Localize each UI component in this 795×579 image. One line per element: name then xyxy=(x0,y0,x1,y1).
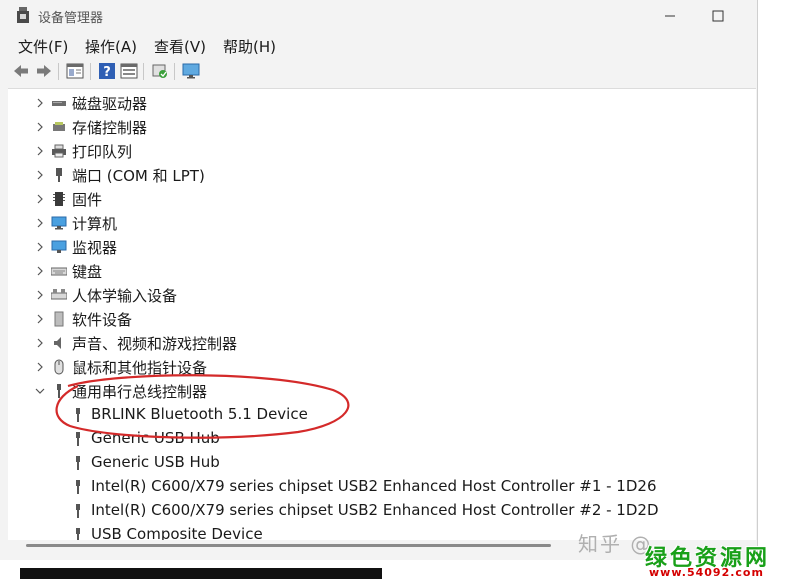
tree-item-mice[interactable]: 鼠标和其他指针设备 xyxy=(8,355,748,379)
tree-item-label: 磁盘驱动器 xyxy=(72,95,148,113)
usb-device-icon xyxy=(76,432,80,446)
tree-child-item[interactable]: Generic USB Hub xyxy=(8,427,748,451)
tree-child-item[interactable]: Intel(R) C600/X79 series chipset USB2 En… xyxy=(8,475,748,499)
forward-arrow-icon[interactable] xyxy=(35,62,53,80)
keyboard-icon xyxy=(51,267,67,276)
tree-item-label: 端口 (COM 和 LPT) xyxy=(72,167,205,185)
tree-item-hid[interactable]: 人体学输入设备 xyxy=(8,283,748,307)
tree-item-label: 打印队列 xyxy=(72,143,133,161)
device-manager-app-icon xyxy=(17,7,29,23)
menu-help[interactable]: 帮助(H) xyxy=(223,36,276,57)
chevron-right-icon[interactable] xyxy=(35,290,45,300)
software-device-icon xyxy=(54,311,64,327)
tree-item-label: 键盘 xyxy=(72,263,103,281)
computer-icon xyxy=(51,216,67,230)
tree-item-storage-controllers[interactable]: 存储控制器 xyxy=(8,115,748,139)
tree-item-usb-controllers[interactable]: 通用串行总线控制器 xyxy=(8,379,748,403)
tree-child-label: Intel(R) C600/X79 series chipset USB2 En… xyxy=(91,477,657,495)
usb-device-icon xyxy=(76,456,80,470)
port-icon xyxy=(56,168,62,182)
minimize-icon[interactable] xyxy=(660,6,680,26)
tree-child-item[interactable]: BRLINK Bluetooth 5.1 Device xyxy=(8,403,748,427)
tree-item-sound[interactable]: 声音、视频和游戏控制器 xyxy=(8,331,748,355)
storage-controller-icon xyxy=(53,122,65,131)
scrollbar-thumb[interactable] xyxy=(26,544,551,547)
tree-child-label: Generic USB Hub xyxy=(91,429,220,447)
chevron-right-icon[interactable] xyxy=(35,242,45,252)
printer-icon xyxy=(52,144,66,158)
tree-child-item[interactable]: Intel(R) C600/X79 series chipset USB2 En… xyxy=(8,499,748,523)
device-tree: 磁盘驱动器 存储控制器 打印队列 端口 (COM 和 LPT) 固件 计算机 监… xyxy=(8,88,756,541)
update-driver-icon[interactable] xyxy=(151,62,169,80)
tree-item-label: 固件 xyxy=(72,191,103,209)
tree-item-disk-drives[interactable]: 磁盘驱动器 xyxy=(8,91,748,115)
tree-child-label: USB Composite Device xyxy=(91,525,263,541)
tree-child-label: BRLINK Bluetooth 5.1 Device xyxy=(91,405,308,423)
hid-icon xyxy=(51,289,67,300)
toolbar-separator xyxy=(58,63,59,80)
view-icon[interactable] xyxy=(120,62,138,80)
usb-device-icon xyxy=(76,528,80,541)
menu-action[interactable]: 操作(A) xyxy=(85,36,137,57)
toolbar-separator xyxy=(90,63,91,80)
usb-device-icon xyxy=(76,504,80,518)
help-icon[interactable]: ? xyxy=(98,62,116,80)
chevron-right-icon[interactable] xyxy=(35,194,45,204)
toolbar-separator xyxy=(143,63,144,80)
firmware-icon xyxy=(53,192,65,206)
tree-child-label: Intel(R) C600/X79 series chipset USB2 En… xyxy=(91,501,659,519)
tree-item-label: 软件设备 xyxy=(72,311,133,329)
back-arrow-icon[interactable] xyxy=(12,62,30,80)
usb-device-icon xyxy=(76,480,80,494)
chevron-right-icon[interactable] xyxy=(35,218,45,228)
chevron-right-icon[interactable] xyxy=(35,146,45,156)
menu-bar: 文件(F) 操作(A) 查看(V) 帮助(H) xyxy=(0,34,757,58)
properties-icon[interactable] xyxy=(66,62,84,80)
monitor-icon[interactable] xyxy=(182,62,200,80)
tree-item-label: 声音、视频和游戏控制器 xyxy=(72,335,238,353)
mouse-icon xyxy=(54,359,64,375)
tree-item-label: 计算机 xyxy=(72,215,118,233)
tree-item-monitors[interactable]: 监视器 xyxy=(8,235,748,259)
chevron-right-icon[interactable] xyxy=(35,170,45,180)
device-manager-window: 设备管理器 文件(F) 操作(A) 查看(V) 帮助(H) ? 磁盘驱动器 存储… xyxy=(0,0,758,560)
tree-item-software-devices[interactable]: 软件设备 xyxy=(8,307,748,331)
taskbar-fragment xyxy=(20,568,382,579)
usb-device-icon xyxy=(76,408,80,422)
site-watermark: 绿色资源网 www.54092.com xyxy=(645,540,795,579)
sound-icon xyxy=(54,337,61,349)
title-bar: 设备管理器 xyxy=(0,0,757,32)
tree-item-computer[interactable]: 计算机 xyxy=(8,211,748,235)
chevron-right-icon[interactable] xyxy=(35,338,45,348)
maximize-icon[interactable] xyxy=(708,6,728,26)
disk-drive-icon xyxy=(52,101,66,106)
tree-item-ports[interactable]: 端口 (COM 和 LPT) xyxy=(8,163,748,187)
chevron-down-icon[interactable] xyxy=(35,386,45,396)
tree-child-label: Generic USB Hub xyxy=(91,453,220,471)
window-title: 设备管理器 xyxy=(38,11,104,26)
toolbar: ? xyxy=(0,60,757,84)
usb-icon xyxy=(57,384,61,398)
tree-item-label: 存储控制器 xyxy=(72,119,148,137)
chevron-right-icon[interactable] xyxy=(35,266,45,276)
zhihu-watermark: 知乎 @ xyxy=(578,532,653,556)
tree-item-label: 监视器 xyxy=(72,239,118,257)
monitor-icon xyxy=(51,240,67,253)
tree-item-print-queues[interactable]: 打印队列 xyxy=(8,139,748,163)
chevron-right-icon[interactable] xyxy=(35,122,45,132)
toolbar-separator xyxy=(174,63,175,80)
chevron-right-icon[interactable] xyxy=(35,98,45,108)
tree-item-keyboards[interactable]: 键盘 xyxy=(8,259,748,283)
menu-file[interactable]: 文件(F) xyxy=(18,36,68,57)
svg-text:?: ? xyxy=(103,65,111,80)
tree-item-label: 鼠标和其他指针设备 xyxy=(72,359,208,377)
site-watermark-url: www.54092.com xyxy=(649,566,764,579)
menu-view[interactable]: 查看(V) xyxy=(154,36,206,57)
chevron-right-icon[interactable] xyxy=(35,362,45,372)
tree-item-firmware[interactable]: 固件 xyxy=(8,187,748,211)
tree-child-item[interactable]: Generic USB Hub xyxy=(8,451,748,475)
chevron-right-icon[interactable] xyxy=(35,314,45,324)
tree-item-label: 通用串行总线控制器 xyxy=(72,383,208,401)
tree-item-label: 人体学输入设备 xyxy=(72,287,178,305)
